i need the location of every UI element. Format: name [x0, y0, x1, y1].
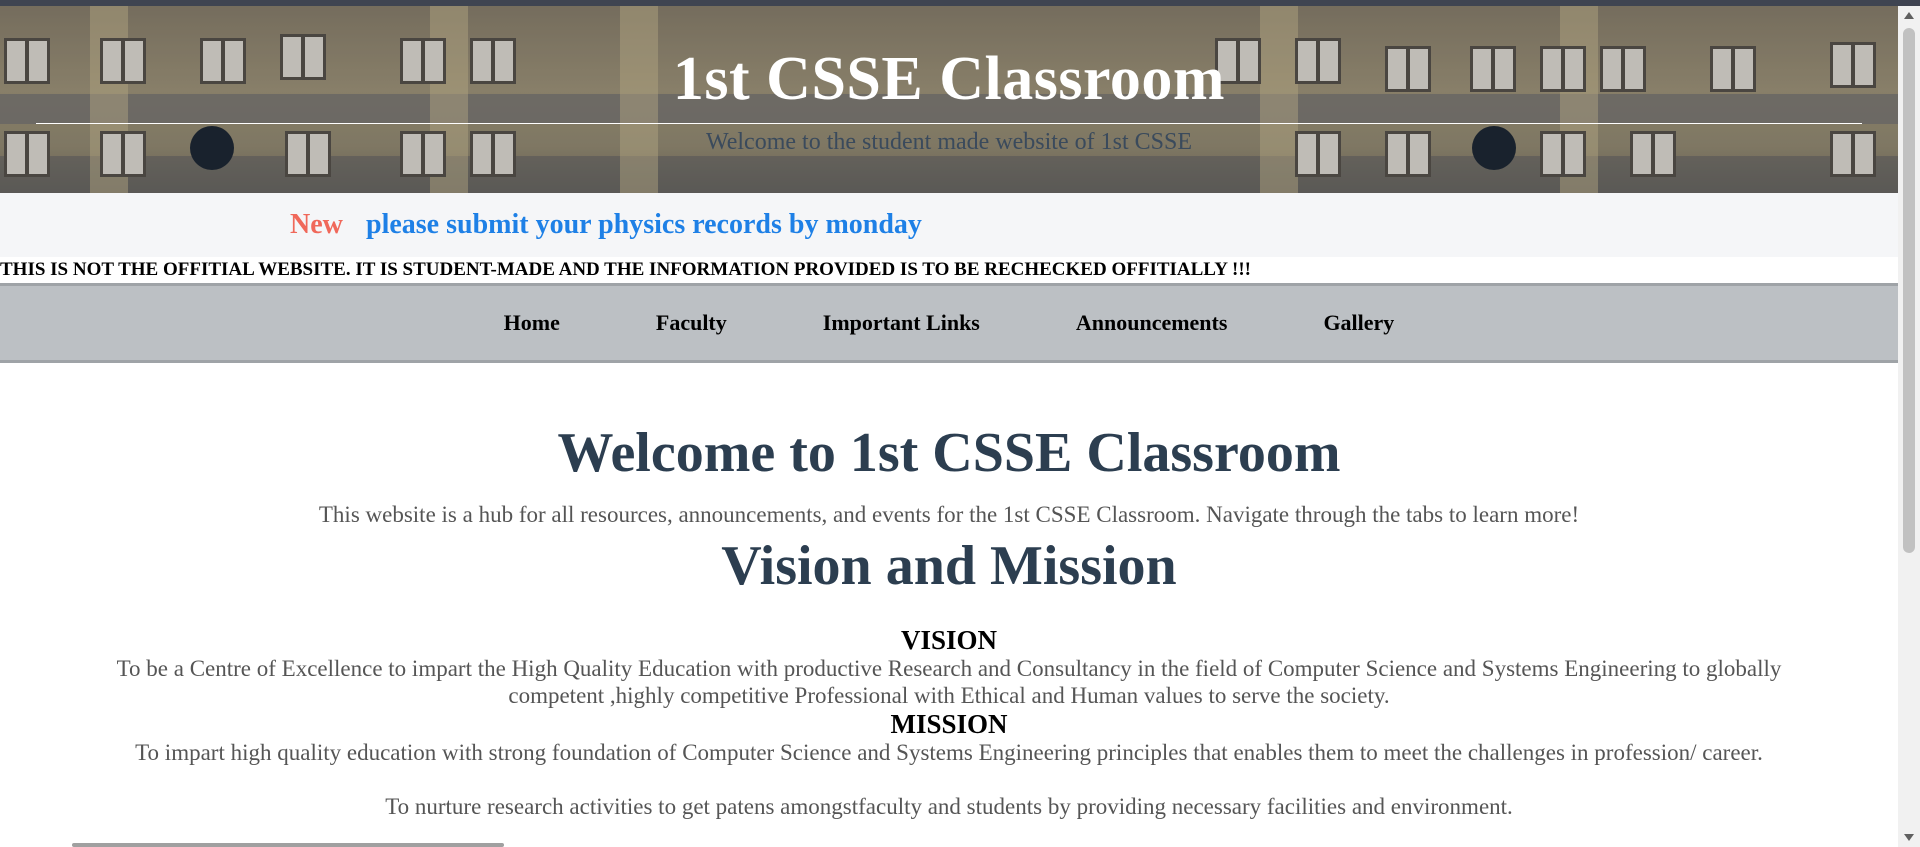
- announcement-ticker: New please submit your physics records b…: [0, 193, 1898, 257]
- nav-announcements[interactable]: Announcements: [1028, 310, 1276, 336]
- intro-text: This website is a hub for all resources,…: [318, 502, 1580, 527]
- vision-mission-heading: Vision and Mission: [721, 535, 1177, 597]
- welcome-heading: Welcome to 1st CSSE Classroom: [557, 422, 1341, 484]
- nav-important-links[interactable]: Important Links: [775, 310, 1028, 336]
- mission-text-2: To nurture research activities to get pa…: [385, 794, 1513, 819]
- main-nav: Home Faculty Important Links Announcemen…: [0, 283, 1898, 363]
- nav-gallery[interactable]: Gallery: [1275, 310, 1442, 336]
- scroll-up-arrow-icon[interactable]: [1904, 12, 1914, 19]
- page: 1st CSSE Classroom Welcome to the studen…: [0, 6, 1898, 847]
- nav-faculty[interactable]: Faculty: [608, 310, 775, 336]
- header-divider: [36, 123, 1862, 124]
- main-content: Welcome to 1st CSSE Classroom This websi…: [0, 363, 1898, 820]
- vision-text: To be a Centre of Excellence to impart t…: [116, 656, 1782, 708]
- vision-heading: VISION: [900, 625, 998, 655]
- mission-heading: MISSION: [890, 709, 1008, 739]
- header-banner: 1st CSSE Classroom Welcome to the studen…: [0, 6, 1898, 193]
- vertical-scrollbar[interactable]: [1898, 6, 1920, 847]
- site-title: 1st CSSE Classroom: [672, 45, 1226, 113]
- ticker-message[interactable]: please submit your physics records by mo…: [366, 209, 922, 241]
- new-badge: New: [290, 209, 343, 240]
- disclaimer-text: THIS IS NOT THE OFFITIAL WEBSITE. IT IS …: [0, 259, 1251, 280]
- site-subtitle: Welcome to the student made website of 1…: [706, 129, 1192, 155]
- scrollbar-thumb[interactable]: [1903, 28, 1915, 553]
- horizontal-scrollbar-thumb[interactable]: [72, 843, 504, 847]
- nav-home[interactable]: Home: [456, 310, 608, 336]
- mission-text-1: To impart high quality education with st…: [135, 740, 1763, 765]
- scroll-down-arrow-icon[interactable]: [1904, 834, 1914, 841]
